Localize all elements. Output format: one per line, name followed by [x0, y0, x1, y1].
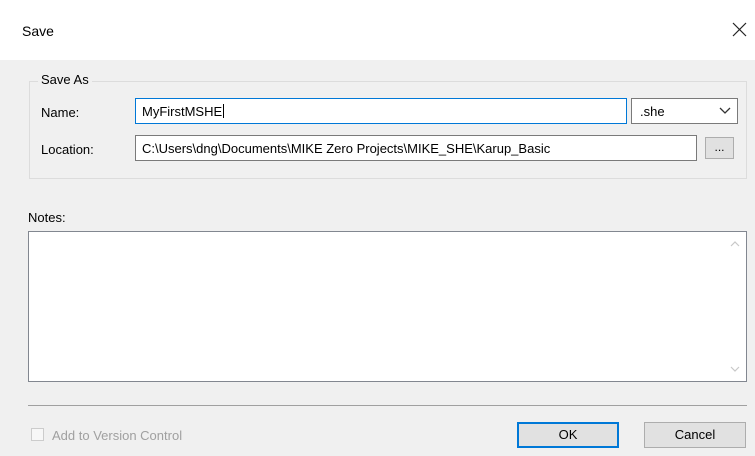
scroll-up-icon[interactable] — [730, 241, 740, 247]
notes-textarea[interactable] — [28, 231, 747, 382]
version-control-checkbox[interactable] — [31, 428, 44, 441]
scroll-down-icon[interactable] — [730, 366, 740, 372]
cancel-button[interactable]: Cancel — [644, 422, 746, 448]
location-label: Location: — [41, 142, 94, 157]
ok-button[interactable]: OK — [517, 422, 619, 448]
version-control-label: Add to Version Control — [52, 428, 183, 443]
name-value: MyFirstMSHE — [142, 104, 223, 119]
close-icon[interactable] — [728, 19, 750, 41]
location-value: C:\Users\dng\Documents\MIKE Zero Project… — [142, 141, 551, 156]
save-as-group — [29, 81, 747, 179]
extension-value: .she — [640, 104, 665, 119]
text-caret — [223, 104, 225, 118]
location-input[interactable]: C:\Users\dng\Documents\MIKE Zero Project… — [135, 135, 697, 161]
footer-divider — [28, 405, 747, 406]
dialog-title: Save — [22, 23, 54, 39]
extension-dropdown[interactable]: .she — [631, 98, 738, 124]
notes-label: Notes: — [28, 210, 66, 225]
browse-button[interactable]: ... — [705, 137, 734, 159]
chevron-down-icon — [719, 107, 731, 114]
save-as-group-label: Save As — [38, 72, 92, 87]
title-bar: Save — [0, 0, 755, 60]
name-input[interactable]: MyFirstMSHE — [135, 98, 627, 124]
name-label: Name: — [41, 105, 80, 120]
